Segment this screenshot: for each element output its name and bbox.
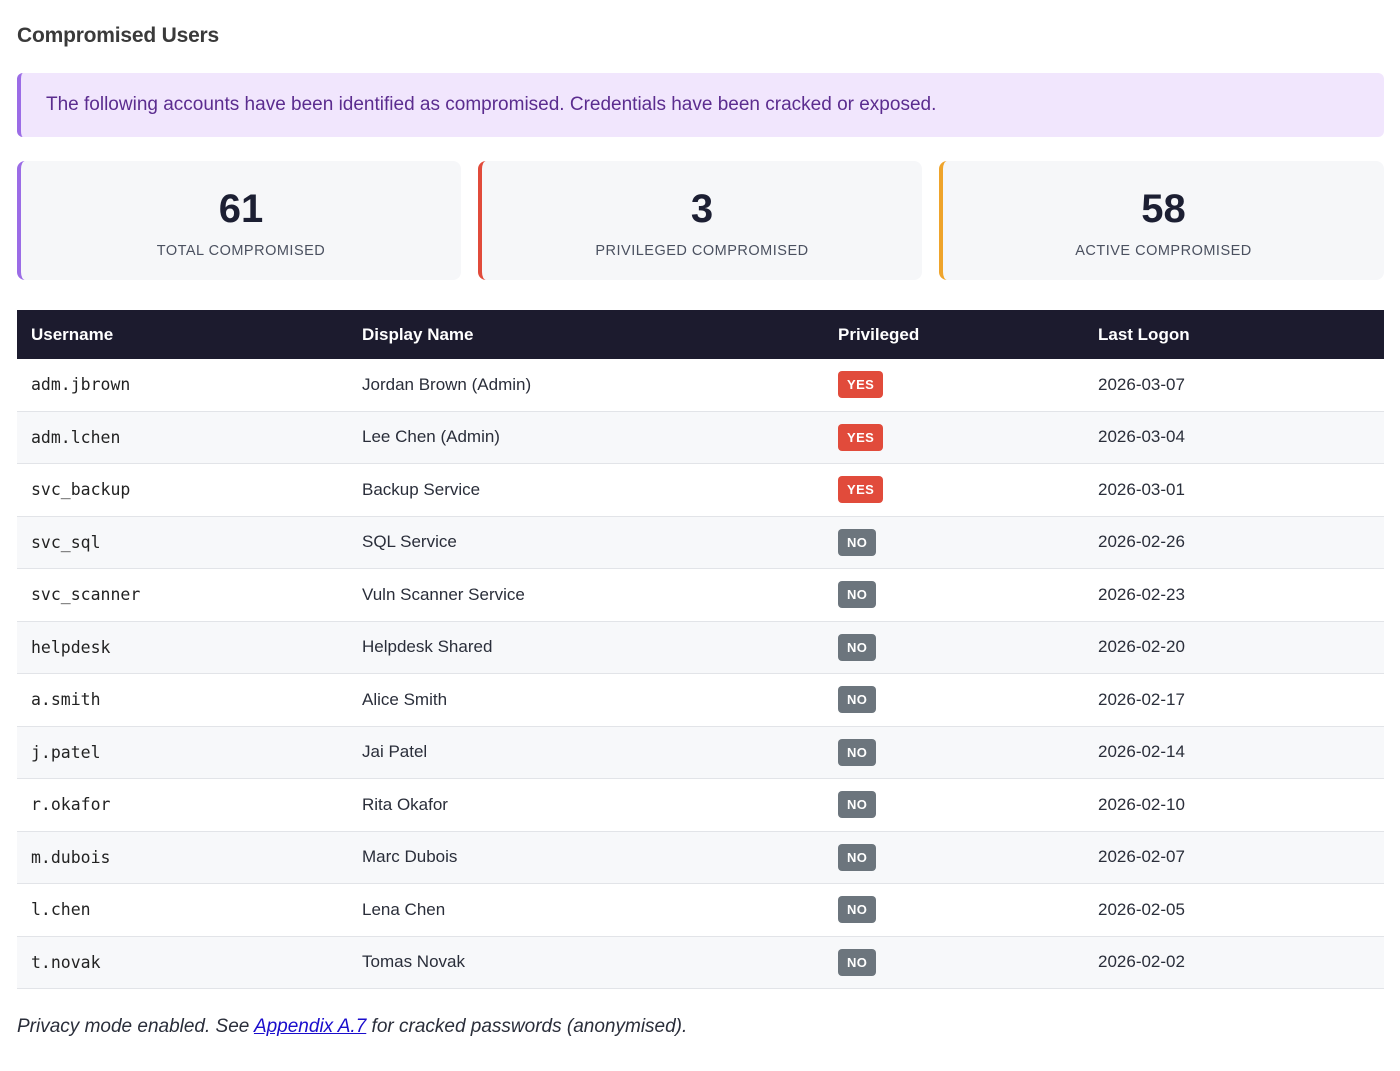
compromised-alert: The following accounts have been identif… [17, 73, 1384, 137]
username-cell: r.okafor [17, 778, 348, 832]
last-logon-cell: 2026-02-05 [1084, 883, 1384, 937]
stat-label-active: ACTIVE COMPROMISED [1075, 243, 1252, 259]
privileged-cell: NO [824, 726, 1084, 779]
privacy-note: Privacy mode enabled. See Appendix A.7 f… [17, 1016, 687, 1038]
display-name-cell: SQL Service [348, 516, 824, 569]
privacy-note-suffix: for cracked passwords (anonymised). [366, 1016, 688, 1037]
privileged-cell: NO [824, 568, 1084, 622]
display-name-cell: Vuln Scanner Service [348, 568, 824, 622]
table-row[interactable]: svc_sql SQL Service NO 2026-02-26 [17, 516, 1384, 569]
privileged-badge: NO [838, 896, 877, 924]
last-logon-cell: 2026-02-20 [1084, 621, 1384, 674]
stat-value-active: 58 [1141, 187, 1186, 231]
table-row[interactable]: m.dubois Marc Dubois NO 2026-02-07 [17, 831, 1384, 884]
privileged-badge: YES [838, 371, 884, 399]
column-header-display-name[interactable]: Display Name [348, 310, 824, 359]
privileged-cell: NO [824, 673, 1084, 727]
table-body: adm.jbrown Jordan Brown (Admin) YES 2026-03… [17, 359, 1384, 989]
username-cell: helpdesk [17, 621, 348, 674]
column-header-last-logon[interactable]: Last Logon [1084, 310, 1384, 359]
privileged-badge: NO [838, 843, 877, 871]
table-row[interactable]: l.chen Lena Chen NO 2026-02-05 [17, 883, 1384, 937]
privileged-badge: NO [838, 738, 877, 766]
display-name-cell: Jordan Brown (Admin) [348, 359, 824, 412]
display-name-cell: Backup Service [348, 463, 824, 517]
privileged-badge: NO [838, 791, 877, 819]
stat-card-active: 58 ACTIVE COMPROMISED [939, 161, 1384, 280]
table-row[interactable]: t.novak Tomas Novak NO 2026-02-02 [17, 936, 1384, 989]
table-row[interactable]: adm.lchen Lee Chen (Admin) YES 2026-03-04 [17, 411, 1384, 464]
last-logon-cell: 2026-02-26 [1084, 516, 1384, 569]
page-title: Compromised Users [17, 24, 219, 47]
column-header-privileged[interactable]: Privileged [824, 310, 1084, 359]
alert-text: The following accounts have been identif… [46, 94, 937, 115]
privileged-badge: NO [838, 528, 877, 556]
display-name-cell: Lena Chen [348, 883, 824, 937]
last-logon-cell: 2026-02-23 [1084, 568, 1384, 622]
display-name-cell: Tomas Novak [348, 936, 824, 989]
privileged-cell: YES [824, 463, 1084, 517]
last-logon-cell: 2026-03-01 [1084, 463, 1384, 517]
stats-row: 61 TOTAL COMPROMISED 3 PRIVILEGED COMPRO… [17, 161, 1384, 280]
username-cell: svc_scanner [17, 568, 348, 622]
last-logon-cell: 2026-02-02 [1084, 936, 1384, 989]
username-cell: adm.jbrown [17, 359, 348, 412]
username-cell: svc_sql [17, 516, 348, 569]
username-cell: m.dubois [17, 831, 348, 884]
last-logon-cell: 2026-03-04 [1084, 411, 1384, 464]
username-cell: svc_backup [17, 463, 348, 517]
stat-value-privileged: 3 [690, 187, 714, 231]
privileged-badge: YES [838, 423, 884, 451]
appendix-link[interactable]: Appendix A.7 [254, 1016, 366, 1037]
username-cell: j.patel [17, 726, 348, 779]
table-header: Username Display Name Privileged Last Lo… [17, 310, 1384, 359]
stat-label-total: TOTAL COMPROMISED [156, 243, 326, 259]
last-logon-cell: 2026-03-07 [1084, 359, 1384, 412]
table-header-row: Username Display Name Privileged Last Lo… [17, 310, 1384, 359]
privileged-badge: YES [838, 476, 884, 504]
privileged-cell: NO [824, 621, 1084, 674]
stat-card-total: 61 TOTAL COMPROMISED [17, 161, 461, 280]
privileged-badge: NO [838, 633, 877, 661]
privileged-cell: NO [824, 883, 1084, 937]
display-name-cell: Helpdesk Shared [348, 621, 824, 674]
table-row[interactable]: svc_scanner Vuln Scanner Service NO 2026-02… [17, 568, 1384, 622]
username-cell: l.chen [17, 883, 348, 937]
last-logon-cell: 2026-02-07 [1084, 831, 1384, 884]
stat-card-privileged: 3 PRIVILEGED COMPROMISED [478, 161, 922, 280]
compromised-users-table: Username Display Name Privileged Last Lo… [17, 310, 1384, 989]
display-name-cell: Alice Smith [348, 673, 824, 727]
privileged-cell: YES [824, 411, 1084, 464]
stat-label-privileged: PRIVILEGED COMPROMISED [595, 243, 809, 259]
table-row[interactable]: helpdesk Helpdesk Shared NO 2026-02-20 [17, 621, 1384, 674]
privacy-note-prefix: Privacy mode enabled. See [17, 1016, 254, 1037]
privileged-cell: NO [824, 831, 1084, 884]
privileged-cell: NO [824, 936, 1084, 989]
display-name-cell: Jai Patel [348, 726, 824, 779]
privileged-cell: NO [824, 516, 1084, 569]
display-name-cell: Rita Okafor [348, 778, 824, 832]
table-row[interactable]: a.smith Alice Smith NO 2026-02-17 [17, 673, 1384, 727]
username-cell: adm.lchen [17, 411, 348, 464]
stat-value-total: 61 [218, 187, 264, 231]
last-logon-cell: 2026-02-17 [1084, 673, 1384, 727]
table-row[interactable]: r.okafor Rita Okafor NO 2026-02-10 [17, 778, 1384, 832]
username-cell: t.novak [17, 936, 348, 989]
privileged-badge: NO [838, 686, 877, 714]
username-cell: a.smith [17, 673, 348, 727]
last-logon-cell: 2026-02-10 [1084, 778, 1384, 832]
table-row[interactable]: svc_backup Backup Service YES 2026-03-01 [17, 463, 1384, 517]
privileged-cell: YES [824, 359, 1084, 412]
column-header-username[interactable]: Username [17, 310, 348, 359]
privileged-badge: NO [838, 581, 877, 609]
display-name-cell: Lee Chen (Admin) [348, 411, 824, 464]
privileged-badge: NO [838, 948, 877, 976]
display-name-cell: Marc Dubois [348, 831, 824, 884]
last-logon-cell: 2026-02-14 [1084, 726, 1384, 779]
privileged-cell: NO [824, 778, 1084, 832]
table-row[interactable]: j.patel Jai Patel NO 2026-02-14 [17, 726, 1384, 779]
table-row[interactable]: adm.jbrown Jordan Brown (Admin) YES 2026-03… [17, 359, 1384, 412]
